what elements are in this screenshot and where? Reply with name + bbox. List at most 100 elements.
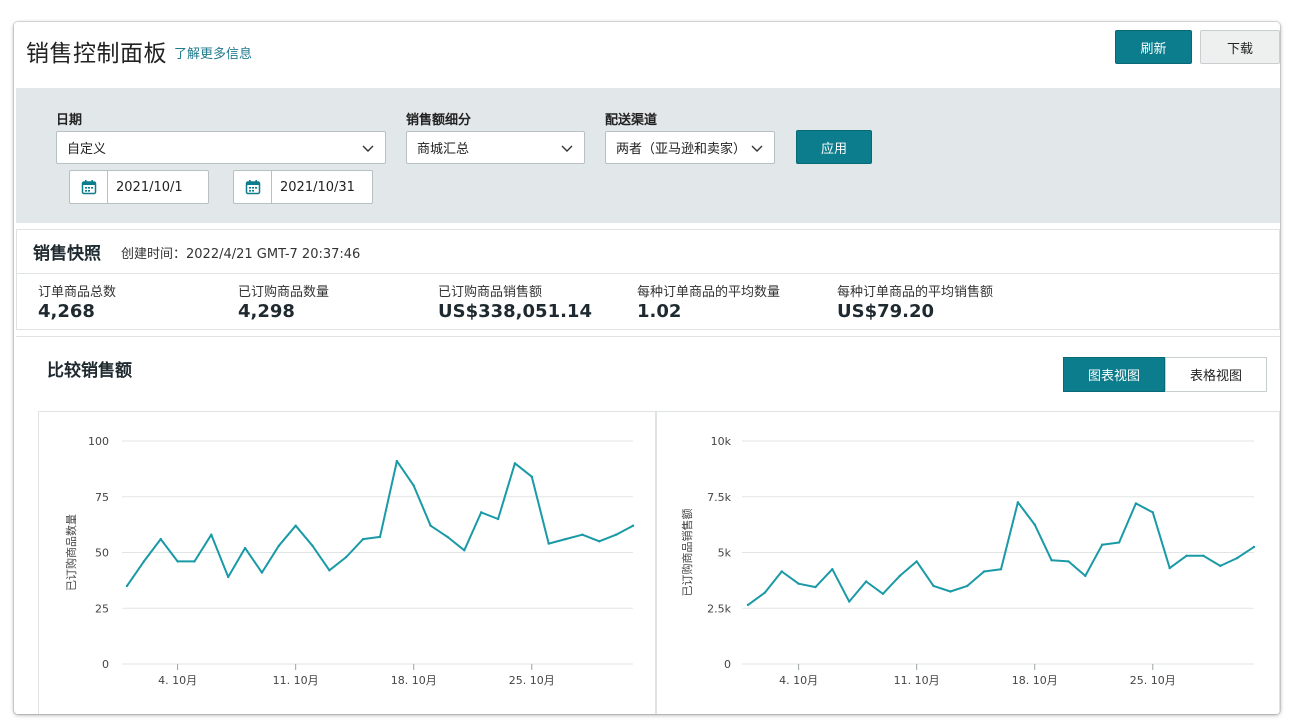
data-point bbox=[1168, 566, 1171, 570]
y-tick-label: 50 bbox=[95, 547, 109, 560]
y-tick-label: 0 bbox=[724, 658, 731, 671]
date-range-select[interactable]: 自定义 bbox=[56, 131, 386, 164]
metric-value: US$338,051.14 bbox=[438, 301, 592, 322]
metric-total-order-items: 订单商品总数 4,268 bbox=[38, 281, 116, 322]
data-point bbox=[294, 524, 297, 527]
metric-avg-sales: 每种订单商品的平均销售额 US$79.20 bbox=[837, 281, 993, 322]
date-label: 日期 bbox=[56, 113, 83, 128]
table-view-tab[interactable]: 表格视图 bbox=[1165, 357, 1267, 392]
data-point bbox=[598, 540, 601, 543]
data-point bbox=[530, 475, 533, 478]
end-date-field[interactable]: 2021/10/31 bbox=[233, 170, 373, 204]
dashboard-window: 销售控制面板 了解更多信息 刷新 下载 日期 自定义 2021/10/1 202… bbox=[14, 22, 1280, 714]
data-point bbox=[1067, 560, 1070, 563]
channel-select[interactable]: 两者（亚马逊和卖家） bbox=[605, 131, 775, 164]
data-point bbox=[864, 580, 868, 583]
date-range-value: 自定义 bbox=[67, 142, 107, 157]
x-tick-label: 18. 10月 bbox=[391, 674, 437, 687]
data-point bbox=[1252, 545, 1256, 549]
compare-title: 比较销售额 bbox=[47, 361, 132, 381]
data-point bbox=[210, 533, 213, 536]
series-line bbox=[126, 460, 634, 587]
y-tick-label: 25 bbox=[95, 602, 109, 615]
chevron-down-icon bbox=[751, 145, 763, 152]
x-tick-label: 4. 10月 bbox=[158, 674, 197, 687]
data-point bbox=[412, 484, 415, 487]
data-point bbox=[915, 560, 918, 563]
metric-value: 1.02 bbox=[637, 301, 682, 322]
x-tick-label: 25. 10月 bbox=[1130, 674, 1176, 687]
breakdown-select[interactable]: 商城汇总 bbox=[406, 131, 585, 164]
metric-value: 4,298 bbox=[238, 301, 295, 322]
data-point bbox=[982, 570, 986, 573]
x-tick-label: 18. 10月 bbox=[1012, 674, 1058, 687]
units-ordered-chart: 0 25 50 75 100 4. 10月 11. 10月 18. 10月 25. 10月 已订购… bbox=[38, 411, 656, 714]
data-point bbox=[395, 459, 399, 463]
data-point bbox=[814, 585, 817, 589]
metric-units-ordered: 已订购商品数量 4,298 bbox=[238, 281, 329, 322]
data-point bbox=[159, 537, 162, 541]
chart-view-tab[interactable]: 图表视图 bbox=[1063, 357, 1165, 392]
data-point bbox=[881, 592, 885, 595]
data-point bbox=[345, 555, 348, 559]
data-point bbox=[614, 533, 618, 536]
data-point bbox=[513, 462, 517, 465]
breakdown-label: 销售额细分 bbox=[406, 113, 472, 128]
data-point bbox=[429, 524, 432, 527]
metric-ordered-sales: 已订购商品销售额 US$338,051.14 bbox=[438, 281, 592, 322]
calendar-icon[interactable] bbox=[70, 171, 108, 203]
sales-chart-svg: 0 2.5k 5k 7.5k 10k 4. 10月 11. 10月 18. 10月 25. 10… bbox=[680, 435, 1256, 687]
y-axis-label: 已订购商品数量 bbox=[64, 514, 78, 591]
filter-panel: 日期 自定义 2021/10/1 2021/10/31 销售额细分 商城汇总 配… bbox=[16, 88, 1280, 223]
data-point bbox=[361, 537, 365, 541]
y-tick-label: 100 bbox=[88, 435, 109, 448]
metric-value: US$79.20 bbox=[837, 301, 935, 322]
data-point bbox=[243, 546, 247, 550]
y-tick-label: 0 bbox=[102, 658, 109, 671]
data-point bbox=[949, 590, 952, 593]
start-date-field[interactable]: 2021/10/1 bbox=[69, 170, 209, 204]
data-point bbox=[480, 511, 483, 514]
data-point bbox=[1117, 541, 1121, 544]
compare-sales-section: 比较销售额 图表视图 表格视图 0 25 50 75 100 4. 10月 11. 10月 1… bbox=[16, 336, 1280, 714]
data-point bbox=[763, 591, 767, 594]
data-point bbox=[1016, 501, 1020, 504]
series-line bbox=[747, 501, 1255, 606]
end-date-value: 2021/10/31 bbox=[280, 179, 355, 195]
x-tick-label: 11. 10月 bbox=[894, 674, 940, 687]
data-point bbox=[581, 533, 584, 536]
apply-button[interactable]: 应用 bbox=[796, 130, 872, 164]
data-point bbox=[1050, 559, 1053, 562]
data-point bbox=[496, 517, 500, 521]
metric-avg-units: 每种订单商品的平均数量 1.02 bbox=[637, 281, 780, 322]
snapshot-title: 销售快照 bbox=[33, 244, 101, 264]
sales-snapshot: 销售快照 创建时间：2022/4/21 GMT-7 20:37:46 订单商品总… bbox=[16, 229, 1280, 330]
metric-label: 每种订单商品的平均数量 bbox=[637, 285, 781, 300]
data-point bbox=[311, 544, 314, 548]
data-point bbox=[898, 574, 901, 578]
data-point bbox=[932, 584, 935, 588]
data-point bbox=[1033, 523, 1036, 526]
refresh-button[interactable]: 刷新 bbox=[1115, 30, 1192, 64]
x-tick-label: 25. 10月 bbox=[509, 674, 555, 687]
metric-label: 订单商品总数 bbox=[38, 285, 117, 300]
breakdown-value: 商城汇总 bbox=[417, 142, 470, 157]
start-date-value: 2021/10/1 bbox=[116, 179, 183, 195]
y-tick-label: 10k bbox=[711, 435, 732, 448]
data-point bbox=[378, 535, 382, 539]
data-point bbox=[831, 568, 834, 571]
ordered-sales-chart: 0 2.5k 5k 7.5k 10k 4. 10月 11. 10月 18. 10月 25. 10… bbox=[656, 411, 1280, 714]
metric-label: 每种订单商品的平均销售额 bbox=[837, 285, 994, 300]
download-button[interactable]: 下载 bbox=[1200, 30, 1280, 64]
y-axis-label: 已订购商品销售额 bbox=[680, 509, 694, 597]
calendar-icon[interactable] bbox=[234, 171, 272, 203]
data-point bbox=[463, 549, 466, 552]
y-tick-label: 2.5k bbox=[707, 602, 731, 615]
data-point bbox=[797, 582, 800, 585]
metric-label: 已订购商品销售额 bbox=[438, 285, 543, 300]
data-point bbox=[1235, 556, 1239, 560]
units-chart-svg: 0 25 50 75 100 4. 10月 11. 10月 18. 10月 25. 10月 已订购… bbox=[64, 435, 635, 687]
data-point bbox=[1151, 511, 1154, 514]
learn-more-link[interactable]: 了解更多信息 bbox=[174, 43, 252, 62]
data-point bbox=[1219, 564, 1222, 568]
